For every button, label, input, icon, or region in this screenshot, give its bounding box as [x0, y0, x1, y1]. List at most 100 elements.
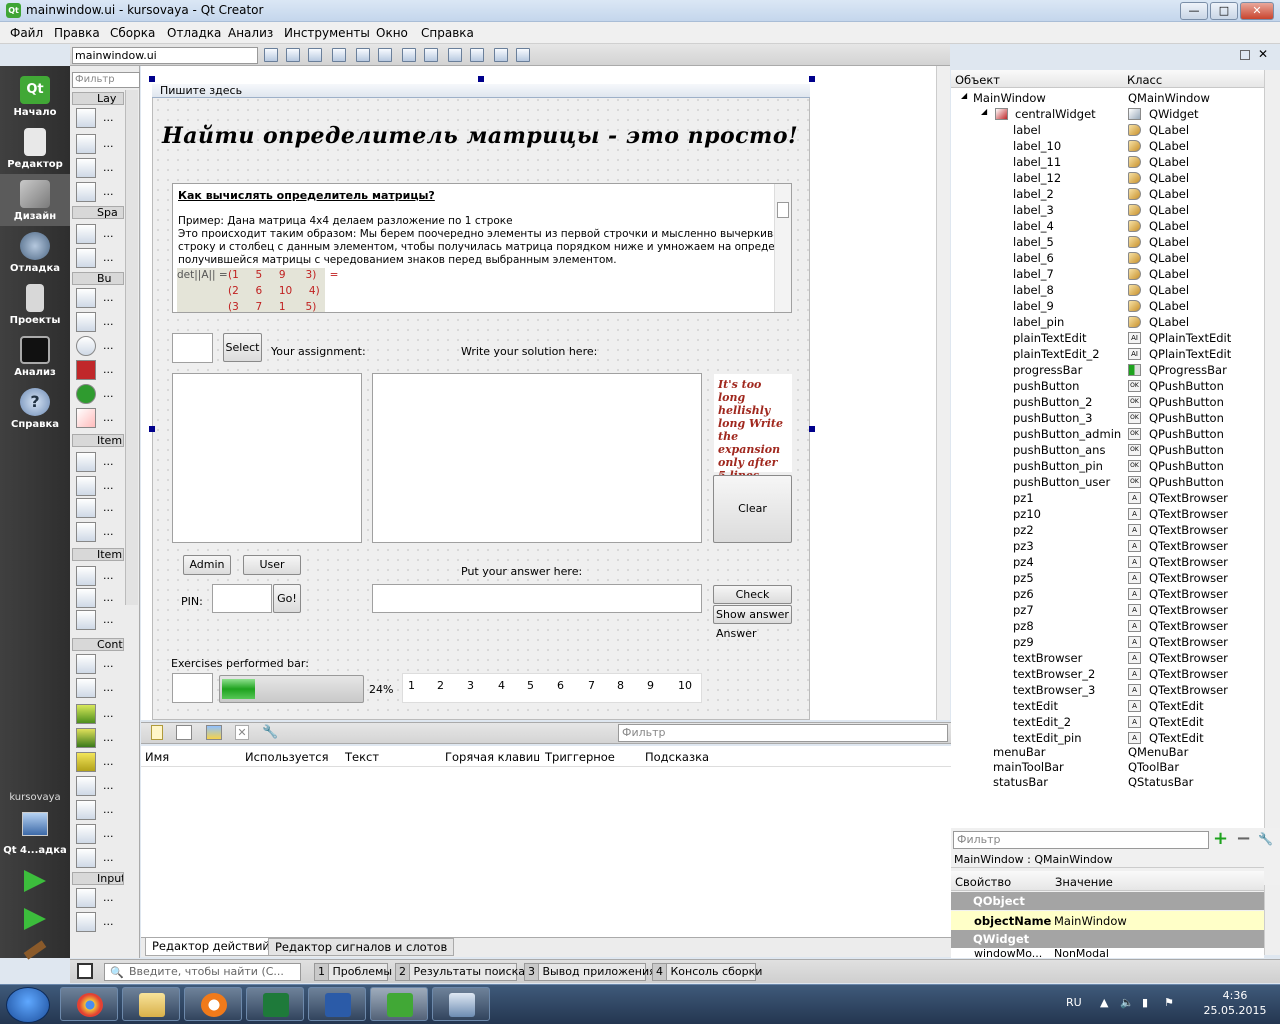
break-layout-icon[interactable] — [494, 48, 508, 62]
object-row[interactable]: label_7 QLabel — [951, 266, 1264, 282]
scrollbar-thumb[interactable] — [777, 202, 789, 218]
object-row[interactable]: textEdit_2 A QTextEdit — [951, 714, 1264, 730]
maximize-button[interactable]: □ — [1210, 2, 1238, 20]
object-row[interactable]: pz9 A QTextBrowser — [951, 634, 1264, 650]
tab-action-editor[interactable]: Редактор действий — [145, 938, 277, 956]
assignment-display[interactable] — [172, 373, 362, 543]
menu-edit[interactable]: Правка — [54, 26, 100, 40]
run-icon[interactable] — [24, 870, 46, 892]
copy-action-icon[interactable] — [176, 725, 192, 740]
layout-splitter-h-icon[interactable] — [402, 48, 416, 62]
instructions-scrollbar[interactable] — [774, 184, 791, 312]
clear-button[interactable]: Clear — [713, 475, 792, 543]
object-row[interactable]: label_10 QLabel — [951, 138, 1264, 154]
system-clock[interactable]: 4:36 25.05.2015 — [1200, 988, 1270, 1018]
locator-input[interactable]: Введите, чтобы найти (С... — [104, 963, 301, 981]
list-widget-icon[interactable] — [76, 566, 96, 586]
horizontal-layout-icon[interactable] — [76, 134, 96, 154]
assignment-number-input[interactable] — [172, 333, 213, 363]
resize-handle[interactable] — [809, 426, 815, 432]
object-row[interactable]: pushButton_admin OK QPushButton — [951, 426, 1264, 442]
object-row[interactable]: plainTextEdit_2 AI QPlainTextEdit — [951, 346, 1264, 362]
resize-handle[interactable] — [149, 76, 155, 82]
menu-tools[interactable]: Инструменты — [284, 26, 370, 40]
tool-button-icon[interactable] — [76, 312, 96, 332]
split-icon[interactable] — [1240, 50, 1250, 60]
col-text[interactable]: Текст — [345, 750, 379, 764]
object-row[interactable]: textEdit A QTextEdit — [951, 698, 1264, 714]
pane-issues[interactable]: 1 Проблемы — [314, 963, 392, 981]
form-menubar[interactable]: Пишите здесь — [152, 84, 810, 98]
object-row[interactable]: ◢ MainWindow QMainWindow — [951, 90, 1264, 106]
widgetbox-scrollbar[interactable] — [125, 90, 138, 605]
object-row[interactable]: menuBar QMenuBar — [951, 744, 1264, 760]
expand-arrow-icon[interactable]: ◢ — [981, 107, 987, 116]
property-config-wrench-icon[interactable]: 🔧 — [1258, 832, 1273, 846]
paste-action-icon[interactable] — [206, 725, 222, 740]
combo-box-icon[interactable] — [76, 888, 96, 908]
object-row[interactable]: label_6 QLabel — [951, 250, 1264, 266]
object-row[interactable]: pz3 A QTextBrowser — [951, 538, 1264, 554]
menu-help[interactable]: Справка — [421, 26, 474, 40]
group-qobject[interactable]: QObject — [951, 892, 1264, 910]
resize-handle[interactable] — [149, 426, 155, 432]
pin-input[interactable] — [212, 584, 272, 613]
kit-selector-icon[interactable] — [22, 812, 48, 836]
object-row[interactable]: label_pin QLabel — [951, 314, 1264, 330]
list-view-icon[interactable] — [76, 452, 96, 472]
object-row[interactable]: textBrowser_3 A QTextBrowser — [951, 682, 1264, 698]
object-row[interactable]: pushButton_pin OK QPushButton — [951, 458, 1264, 474]
layout-form-icon[interactable] — [448, 48, 462, 62]
taskbar-chrome[interactable] — [60, 987, 118, 1021]
menu-build[interactable]: Сборка — [110, 26, 155, 40]
object-row[interactable]: pz10 A QTextBrowser — [951, 506, 1264, 522]
property-value[interactable]: MainWindow — [1054, 914, 1127, 928]
pane-application-output[interactable]: 3 Вывод приложения — [524, 963, 656, 981]
group-box-icon[interactable] — [76, 654, 96, 674]
property-value[interactable]: NonModal — [1054, 948, 1109, 958]
object-row[interactable]: pushButton_ans OK QPushButton — [951, 442, 1264, 458]
object-row[interactable]: label_9 QLabel — [951, 298, 1264, 314]
font-combo-box-icon[interactable] — [76, 912, 96, 932]
toggle-sidebar-icon[interactable] — [77, 963, 93, 979]
layout-tool-icon[interactable] — [264, 48, 278, 62]
close-editor-icon[interactable]: ✕ — [1258, 47, 1268, 61]
action-filter-input[interactable]: Фильтр — [618, 724, 948, 742]
dialog-button-box-icon[interactable] — [76, 408, 96, 428]
tray-expand-icon[interactable]: ▲ — [1100, 996, 1108, 1009]
object-row[interactable]: statusBar QStatusBar — [951, 774, 1264, 790]
object-row[interactable]: plainTextEdit AI QPlainTextEdit — [951, 330, 1264, 346]
tab-signal-slot-editor[interactable]: Редактор сигналов и слотов — [268, 938, 455, 956]
push-button-icon[interactable] — [76, 288, 96, 308]
property-scrollbar[interactable] — [1264, 885, 1280, 955]
property-row-objectname[interactable]: objectName MainWindow — [951, 911, 1264, 930]
object-row[interactable]: pz6 A QTextBrowser — [951, 586, 1264, 602]
object-inspector-scrollbar[interactable] — [1264, 70, 1280, 828]
menu-debug[interactable]: Отладка — [167, 26, 221, 40]
check-box-icon[interactable] — [76, 360, 96, 380]
table-view-icon[interactable] — [76, 498, 96, 518]
configure-wrench-icon[interactable]: 🔧 — [262, 725, 280, 740]
pane-compile-output[interactable]: 4 Консоль сборки — [652, 963, 762, 981]
expand-arrow-icon[interactable]: ◢ — [961, 91, 967, 100]
debug-run-icon[interactable] — [24, 908, 46, 930]
object-row[interactable]: label QLabel — [951, 122, 1264, 138]
category-buttons[interactable]: Bu — [72, 272, 124, 285]
tool-box-icon[interactable] — [76, 704, 96, 724]
object-row[interactable]: label_5 QLabel — [951, 234, 1264, 250]
scroll-area-icon[interactable] — [76, 678, 96, 698]
object-row[interactable]: label_8 QLabel — [951, 282, 1264, 298]
flag-icon[interactable]: ⚑ — [1164, 996, 1174, 1009]
remove-property-icon[interactable]: − — [1236, 830, 1251, 848]
col-name[interactable]: Имя — [145, 750, 169, 764]
col-value[interactable]: Значение — [1055, 875, 1113, 889]
dock-widget-icon[interactable] — [76, 848, 96, 868]
menu-analyze[interactable]: Анализ — [228, 26, 273, 40]
radio-button-icon[interactable] — [76, 336, 96, 356]
user-button[interactable]: User — [243, 555, 301, 575]
property-filter-input[interactable]: Фильтр — [953, 831, 1209, 849]
pane-search-results[interactable]: 2 Результаты поиска — [395, 963, 525, 981]
object-row[interactable]: pz1 A QTextBrowser — [951, 490, 1264, 506]
object-row[interactable]: mainToolBar QToolBar — [951, 759, 1264, 775]
layout-tool-icon[interactable] — [332, 48, 346, 62]
